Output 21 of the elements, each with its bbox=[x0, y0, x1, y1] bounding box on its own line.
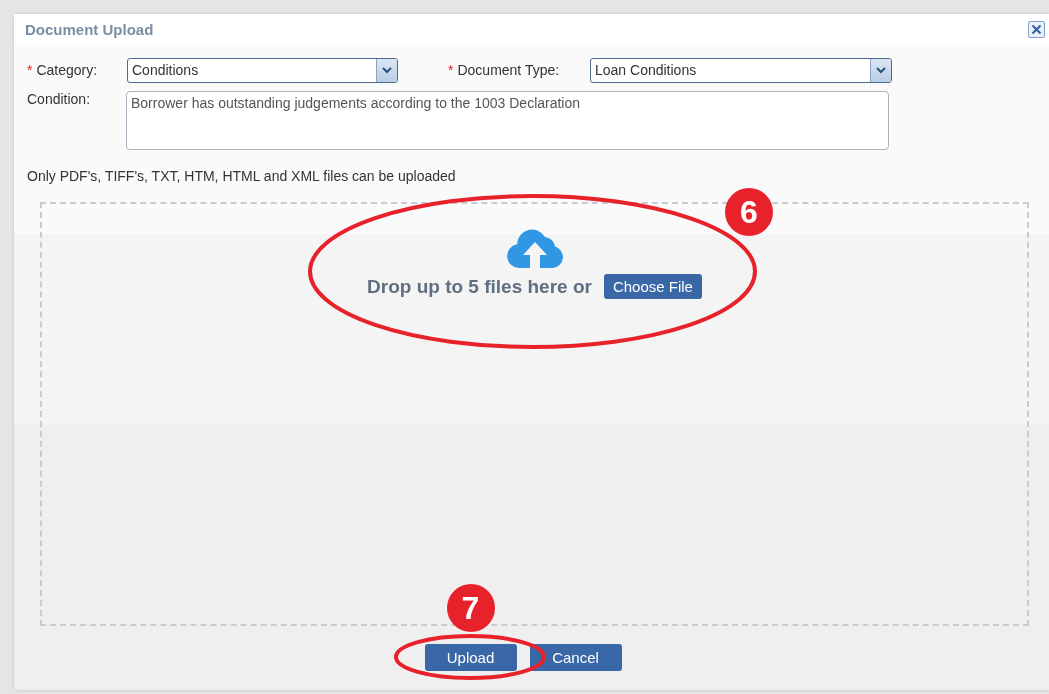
callout-badge: 6 bbox=[725, 188, 773, 236]
dropdown-field[interactable]: Loan Conditions bbox=[590, 57, 892, 83]
dialog-title: Document Upload bbox=[25, 20, 154, 38]
close-icon bbox=[1031, 23, 1042, 35]
close-button[interactable] bbox=[1028, 20, 1045, 38]
chevron-down-icon bbox=[382, 66, 392, 74]
cloud-upload-icon bbox=[504, 228, 565, 268]
condition-field[interactable]: Borrower has outstanding judgements according to the 1003 Declaration bbox=[126, 91, 889, 150]
upload-button[interactable]: Upload bbox=[424, 644, 517, 671]
cancel-button[interactable]: Cancel bbox=[529, 644, 622, 671]
field-label: Condition: bbox=[27, 91, 92, 109]
choose-file-button[interactable]: Choose File bbox=[603, 274, 702, 299]
required-mark: * bbox=[27, 62, 33, 78]
callout-badge: 7 bbox=[446, 584, 495, 632]
field-label: Category: bbox=[36, 62, 99, 78]
field-label: Document Type: bbox=[457, 62, 561, 78]
chevron-down-icon bbox=[876, 66, 886, 74]
required-mark: * bbox=[448, 62, 454, 78]
dropdown-field[interactable]: Conditions bbox=[127, 57, 398, 83]
drop-prompt: Drop up to 5 files here or bbox=[367, 275, 592, 298]
file-types-note: Only PDF's, TIFF's, TXT, HTM, HTML and XML files can be uploaded bbox=[27, 168, 457, 184]
